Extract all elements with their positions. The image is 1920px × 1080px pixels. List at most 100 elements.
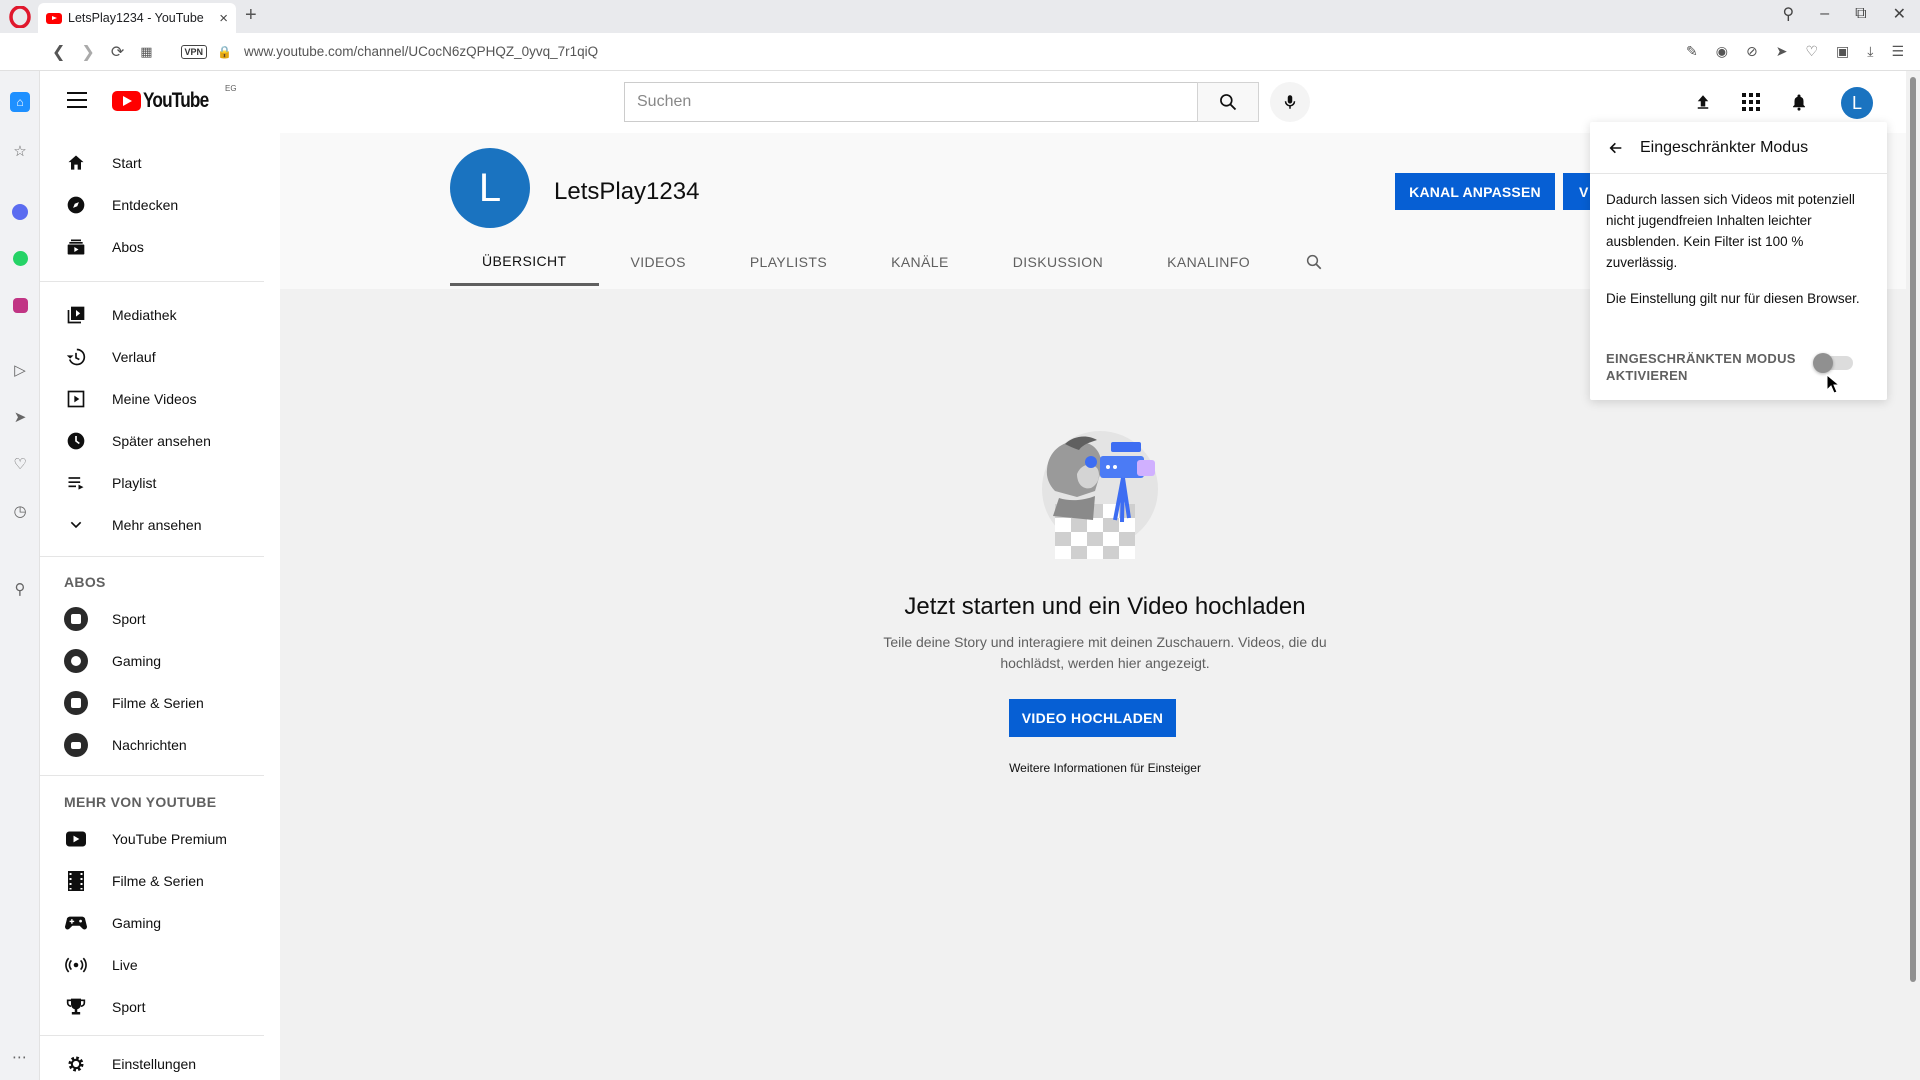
apps-grid-icon[interactable] [1739, 90, 1763, 114]
tab-grid-icon[interactable]: ▦ [140, 44, 152, 60]
download-icon[interactable]: ⤓ [1867, 43, 1873, 60]
send-icon[interactable]: ➤ [10, 407, 30, 427]
guide-item-my-videos[interactable]: Meine Videos [40, 379, 280, 419]
guide-item-label: Start [112, 155, 142, 171]
guide-item-history[interactable]: Verlauf [40, 337, 280, 377]
upload-video-button[interactable]: VIDEO HOCHLADEN [1009, 699, 1176, 737]
notifications-bell-icon[interactable] [1787, 90, 1811, 114]
instagram-icon[interactable] [10, 295, 30, 315]
youtube-logo[interactable]: YouTube EG [112, 84, 237, 113]
customize-channel-button[interactable]: KANAL ANPASSEN [1395, 173, 1555, 210]
tab-playlists[interactable]: PLAYLISTS [718, 238, 859, 286]
search-tabs-icon[interactable]: ⚲ [1783, 4, 1795, 24]
guide-item-explore[interactable]: Entdecken [40, 185, 280, 225]
live-icon [64, 953, 88, 977]
guide-item-start[interactable]: Start [40, 143, 280, 183]
address-bar-tools: ✎ ◉ ⊘ ➤ ♡ ▣ ⤓ ☰ [1686, 43, 1904, 60]
guide-item-watch-later[interactable]: Später ansehen [40, 421, 280, 461]
restricted-mode-toggle-label: EINGESCHRÄNKTEN MODUS AKTIVIEREN [1606, 351, 1796, 383]
forward-icon[interactable]: ❯ [81, 42, 94, 62]
guide-item-movies[interactable]: Filme & Serien [40, 861, 280, 901]
tab-discussion[interactable]: DISKUSSION [981, 238, 1135, 286]
minimize-icon[interactable]: – [1820, 5, 1829, 23]
upload-icon[interactable] [1691, 90, 1715, 114]
heart-icon[interactable]: ♡ [1805, 43, 1818, 60]
guide-item-label: YouTube Premium [112, 831, 227, 847]
guide-item-label: Filme & Serien [112, 873, 204, 889]
subscription-item-news[interactable]: Nachrichten [40, 725, 280, 765]
vpn-badge[interactable]: VPN [180, 44, 208, 59]
guide-item-gaming[interactable]: Gaming [40, 903, 280, 943]
restricted-mode-description: Dadurch lassen sich Videos mit potenziel… [1606, 192, 1855, 270]
news-channel-avatar [64, 733, 88, 757]
channel-content: Jetzt starten und ein Video hochladen Te… [280, 289, 1920, 1080]
videographer-illustration [1042, 431, 1158, 559]
player-icon[interactable]: ▷ [10, 360, 30, 380]
guide-item-live[interactable]: Live [40, 945, 280, 985]
opera-logo-icon[interactable] [9, 6, 31, 28]
history-icon [64, 345, 88, 369]
guide-item-playlist[interactable]: Playlist [40, 463, 280, 503]
channel-avatar[interactable]: L [450, 148, 530, 228]
channel-search-icon[interactable] [1290, 238, 1338, 286]
page-scrollbar[interactable] [1906, 71, 1920, 1080]
close-window-icon[interactable]: ✕ [1893, 4, 1906, 24]
guide-item-settings[interactable]: Einstellungen [40, 1044, 280, 1080]
back-icon[interactable]: ❮ [52, 42, 65, 62]
guide-item-sport[interactable]: Sport [40, 987, 280, 1027]
camera-icon[interactable]: ◉ [1716, 43, 1728, 60]
more-icon[interactable]: ⋯ [10, 1047, 30, 1067]
home-icon[interactable]: ⌂ [10, 92, 30, 112]
gamepad-icon [64, 911, 88, 935]
restore-icon[interactable]: ⧉ [1855, 5, 1866, 23]
guide-item-label: Gaming [112, 915, 162, 931]
tab-videos[interactable]: VIDEOS [599, 238, 718, 286]
close-tab-icon[interactable]: × [219, 10, 228, 27]
lightbulb-icon[interactable]: ⚲ [10, 579, 30, 599]
url-field[interactable]: www.youtube.com/channel/UCocN6zQPHQZ_0yv… [244, 44, 598, 59]
box-icon[interactable]: ▣ [1836, 43, 1849, 60]
subscription-item-movies[interactable]: Filme & Serien [40, 683, 280, 723]
gaming-channel-avatar [64, 649, 88, 673]
messenger-icon[interactable] [10, 202, 30, 222]
guide-item-label: Live [112, 957, 138, 973]
restricted-mode-note: Die Einstellung gilt nur für diesen Brow… [1606, 291, 1860, 306]
bookmark-icon[interactable]: ☆ [10, 141, 30, 161]
new-tab-icon[interactable]: + [245, 4, 257, 27]
send-icon[interactable]: ➤ [1776, 43, 1788, 60]
subscription-item-gaming[interactable]: Gaming [40, 641, 280, 681]
tab-about[interactable]: KANALINFO [1135, 238, 1282, 286]
adblock-icon[interactable]: ⊘ [1746, 43, 1758, 60]
guide-item-youtube-premium[interactable]: YouTube Premium [40, 819, 280, 859]
edit-icon[interactable]: ✎ [1686, 43, 1698, 60]
divider [40, 775, 264, 776]
lock-icon[interactable]: 🔒 [217, 45, 232, 59]
tab-overview[interactable]: ÜBERSICHT [450, 238, 599, 286]
learn-more-link[interactable]: Weitere Informationen für Einsteiger [880, 761, 1330, 775]
back-arrow-icon[interactable] [1606, 138, 1626, 158]
history-icon[interactable]: ◷ [10, 501, 30, 521]
menu-icon[interactable]: ☰ [1891, 43, 1904, 60]
search-button[interactable] [1197, 82, 1259, 122]
account-avatar[interactable]: L [1841, 87, 1873, 119]
guide-item-show-more[interactable]: Mehr ansehen [40, 505, 280, 545]
restricted-mode-toggle[interactable] [1813, 353, 1853, 373]
guide-item-subscriptions[interactable]: Abos [40, 227, 280, 267]
divider [40, 281, 264, 282]
search-input[interactable]: Suchen [624, 82, 1198, 122]
restricted-mode-header: Eingeschränkter Modus [1590, 122, 1887, 174]
voice-search-button[interactable] [1270, 82, 1310, 122]
hamburger-menu-icon[interactable] [67, 92, 87, 108]
guide-item-library[interactable]: Mediathek [40, 295, 280, 335]
subscription-item-sport[interactable]: Sport [40, 599, 280, 639]
reload-icon[interactable]: ⟳ [111, 42, 124, 62]
heart-icon[interactable]: ♡ [10, 454, 30, 474]
film-icon [64, 869, 88, 893]
guide-item-label: Sport [112, 999, 146, 1015]
scrollbar-thumb[interactable] [1910, 77, 1916, 982]
whatsapp-icon[interactable] [10, 248, 30, 268]
mouse-cursor-icon [1826, 374, 1840, 394]
browser-tab[interactable]: LetsPlay1234 - YouTube × [38, 3, 236, 33]
tab-channels[interactable]: KANÄLE [859, 238, 981, 286]
sport-channel-avatar [64, 607, 88, 631]
